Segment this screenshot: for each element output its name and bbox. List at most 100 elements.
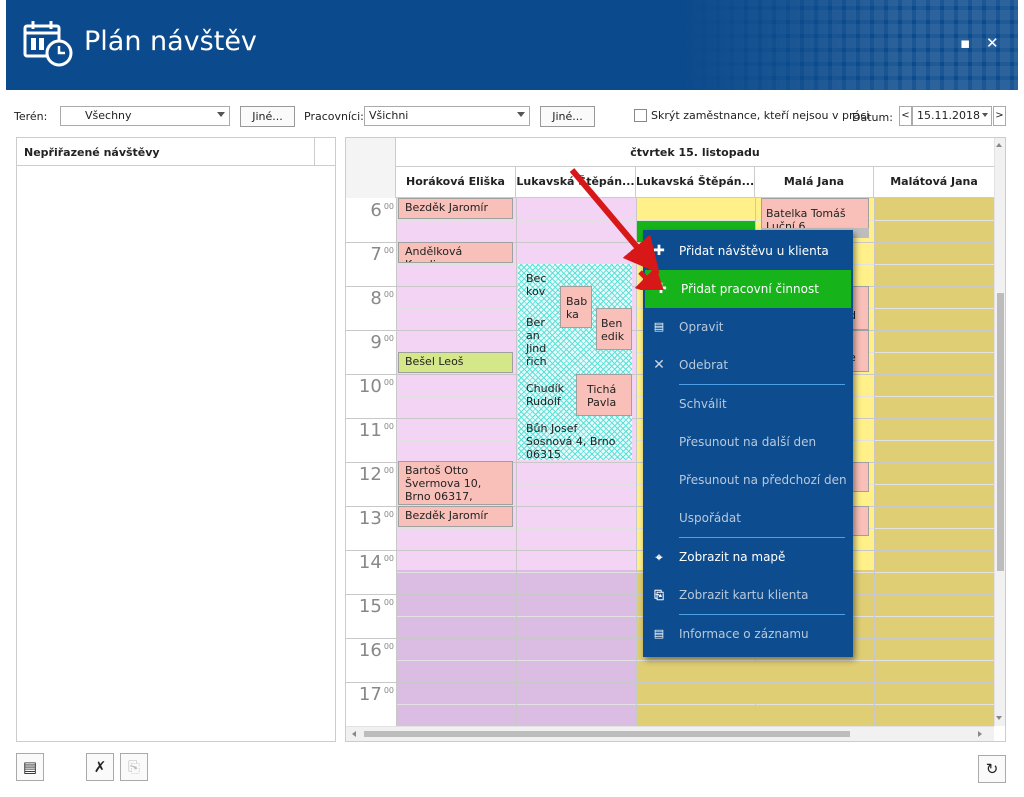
menu-item-move-next-day[interactable]: Přesunout na další den	[643, 423, 853, 461]
hour-label: 6 00	[370, 200, 394, 221]
hour-label: 15 00	[358, 596, 394, 617]
export-icon: ⎘	[127, 758, 140, 776]
menu-item-remove[interactable]: ✕ Odebrat	[643, 346, 853, 384]
date-label: Datum:	[852, 111, 893, 124]
grid-line	[346, 682, 994, 683]
grid-line	[396, 198, 397, 726]
tools-icon: ✗	[93, 758, 107, 776]
refresh-icon: ↻	[985, 760, 999, 778]
context-menu: ✚ Přidat návštěvu u klienta ✚ Přidat praco…	[643, 230, 853, 657]
menu-item-approve[interactable]: Schválit	[643, 385, 853, 423]
menu-item-label: Zobrazit na mapě	[679, 550, 786, 564]
column-header[interactable]: Horáková Eliška	[396, 167, 516, 198]
menu-item-label: Schválit	[679, 397, 727, 411]
red-arrow-icon	[569, 168, 667, 290]
hour-label: 16 00	[358, 640, 394, 661]
chevron-down-icon	[517, 112, 525, 117]
print-icon: ▤	[22, 758, 38, 776]
teren-select[interactable]: Všechny	[60, 106, 230, 126]
workers-label: Pracovníci:	[304, 110, 364, 123]
visit-event[interactable]: Bartoš Otto Švermova 10, Brno 06317, 3x0…	[398, 461, 513, 505]
hour-label: 14 00	[358, 552, 394, 573]
hour-label: 8 00	[370, 288, 394, 309]
hide-employees-label: Skrýt zaměstnance, kteří nejsou v práci	[651, 109, 870, 122]
refresh-button[interactable]: ↻	[978, 755, 1006, 783]
close-button[interactable]: ✕	[986, 34, 999, 52]
hour-label: 12 00	[358, 464, 394, 485]
unassigned-visits-panel: Nepřiřazené návštěvy	[16, 137, 336, 742]
visit-event[interactable]: Tichá Pavla	[576, 374, 632, 416]
visit-event[interactable]: Bab ka	[560, 286, 592, 328]
edit-icon: ▤	[653, 320, 665, 333]
chevron-down-icon	[982, 113, 988, 117]
calendar-clock-icon	[23, 21, 73, 67]
export-button[interactable]: ⎘	[120, 753, 148, 781]
menu-item-label: Přesunout na další den	[679, 435, 817, 449]
close-icon: ✕	[653, 357, 665, 373]
visit-event[interactable]: Andělková Karolina	[398, 242, 513, 263]
scroll-down-icon[interactable]	[996, 716, 1002, 720]
hour-label: 13 00	[358, 508, 394, 529]
visit-event[interactable]: Chudík Rudolf	[522, 382, 574, 416]
day-header: čtvrtek 15. listopadu	[396, 138, 994, 167]
info-icon: ▤	[653, 627, 665, 640]
workers-select[interactable]: Všichni	[364, 106, 530, 126]
print-button[interactable]: ▤	[16, 753, 44, 781]
vertical-scroll-thumb[interactable]	[997, 293, 1004, 571]
date-value: 15.11.2018	[917, 109, 980, 122]
visit-event[interactable]: Bezděk Jaromír	[398, 506, 513, 527]
chevron-down-icon	[217, 112, 225, 117]
teren-other-button[interactable]: Jiné...	[240, 106, 295, 127]
teren-label: Terén:	[14, 110, 48, 123]
window-title: Plán návštěv	[84, 26, 257, 57]
menu-item-record-info[interactable]: ▤ Informace o záznamu	[643, 615, 853, 653]
scroll-up-icon[interactable]	[996, 143, 1002, 147]
menu-item-add-work-activity[interactable]: ✚ Přidat pracovní činnost	[645, 270, 851, 308]
workers-other-button[interactable]: Jiné...	[540, 106, 595, 127]
date-picker[interactable]: 15.11.2018	[912, 106, 992, 126]
app-window: Plán návštěv ▪ ✕ Terén: Všechny Jiné... …	[0, 0, 1024, 797]
hour-label: 9 00	[370, 332, 394, 353]
grid-line	[396, 704, 994, 705]
scroll-left-icon[interactable]	[352, 731, 356, 737]
visit-event[interactable]: Ben edik	[596, 308, 632, 350]
hide-employees-checkbox[interactable]	[634, 109, 647, 122]
menu-item-arrange[interactable]: Uspořádat	[643, 499, 853, 537]
visit-event[interactable]: Bec kov	[522, 272, 556, 306]
map-pin-icon: ⌖	[655, 550, 663, 564]
column-header[interactable]: Malátová Jana	[874, 167, 994, 198]
title-bar: Plán návštěv ▪ ✕	[6, 0, 1018, 90]
settings-button[interactable]: ✗	[86, 753, 114, 781]
maximize-button[interactable]: ▪	[960, 34, 970, 52]
prev-day-button[interactable]: <	[899, 106, 912, 126]
menu-item-label: Zobrazit kartu klienta	[679, 588, 809, 602]
menu-item-client-card[interactable]: ⎘ Zobrazit kartu klienta	[643, 576, 853, 614]
menu-item-add-visit[interactable]: ✚ Přidat návštěvu u klienta	[643, 232, 853, 270]
hour-label: 17 00	[358, 684, 394, 705]
menu-item-edit[interactable]: ▤ Opravit	[643, 308, 853, 346]
menu-item-label: Uspořádat	[679, 511, 741, 525]
grid-line	[874, 198, 875, 726]
hour-label: 7 00	[370, 244, 394, 265]
menu-item-label: Přesunout na předchozí den	[679, 473, 847, 487]
menu-item-move-prev-day[interactable]: Přesunout na předchozí den	[643, 461, 853, 499]
teren-value: Všechny	[85, 109, 132, 122]
visit-event[interactable]: Ber an Jind řich	[522, 316, 556, 366]
menu-item-show-map[interactable]: ⌖ Zobrazit na mapě	[643, 538, 853, 576]
next-day-button[interactable]: >	[993, 106, 1006, 126]
hour-label: 10 00	[358, 376, 394, 397]
unassigned-visits-title: Nepřiřazené návštěvy	[24, 146, 160, 159]
visit-event[interactable]: Bůh Josef Sosnová 4, Brno 06315	[522, 420, 622, 460]
workers-value: Všichni	[369, 109, 409, 122]
corner-cell	[346, 138, 396, 198]
column-divider	[314, 138, 315, 166]
hour-label: 11 00	[358, 420, 394, 441]
column-header[interactable]: Malá Jana	[755, 167, 874, 198]
menu-item-label: Přidat návštěvu u klienta	[679, 244, 829, 258]
menu-item-label: Opravit	[679, 320, 724, 334]
scroll-right-icon[interactable]	[978, 731, 982, 737]
visit-event[interactable]: Bezděk Jaromír	[398, 198, 513, 219]
grid-line	[396, 220, 994, 221]
horizontal-scroll-thumb[interactable]	[364, 731, 850, 737]
visit-event[interactable]: Bešel Leoš	[398, 352, 513, 373]
